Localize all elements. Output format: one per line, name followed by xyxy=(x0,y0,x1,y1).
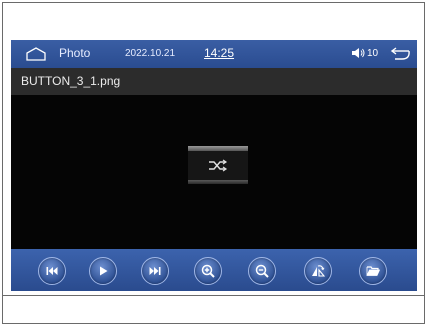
skip-back-icon xyxy=(46,267,58,275)
back-icon[interactable] xyxy=(389,47,411,61)
app-title: Photo xyxy=(59,46,91,60)
shuffle-icon xyxy=(209,159,228,172)
thumbnail-bottom-bevel xyxy=(188,180,248,184)
status-bar: Photo 2022.10.21 14:25 10 xyxy=(11,40,417,68)
rotate-icon xyxy=(312,265,325,277)
zoom-out-button[interactable] xyxy=(248,257,276,285)
speaker-icon xyxy=(352,48,365,58)
next-button[interactable] xyxy=(141,257,169,285)
image-thumbnail xyxy=(188,146,248,184)
time-display: 14:25 xyxy=(204,46,235,60)
photo-viewer-screen: Photo 2022.10.21 14:25 10 BUTTON_3_1.png xyxy=(11,40,417,291)
zoom-in-button[interactable] xyxy=(194,257,222,285)
folder-icon xyxy=(366,266,380,276)
thumbnail-top-bevel xyxy=(188,146,248,151)
image-preview[interactable] xyxy=(11,95,417,249)
zoom-in-icon xyxy=(201,264,215,278)
open-folder-button[interactable] xyxy=(359,257,387,285)
volume-indicator[interactable]: 10 xyxy=(351,47,378,59)
zoom-out-icon xyxy=(255,264,269,278)
date-display: 2022.10.21 xyxy=(125,48,176,59)
play-button[interactable] xyxy=(89,257,117,285)
filename-label: BUTTON_3_1.png xyxy=(21,74,121,88)
home-icon[interactable] xyxy=(25,47,47,61)
volume-level: 10 xyxy=(367,47,379,59)
filename-bar: BUTTON_3_1.png xyxy=(11,68,417,95)
control-bar xyxy=(11,249,417,291)
play-icon xyxy=(100,266,108,276)
previous-button[interactable] xyxy=(38,257,66,285)
frame-divider xyxy=(2,295,425,296)
rotate-button[interactable] xyxy=(304,257,332,285)
skip-forward-icon xyxy=(149,267,161,275)
